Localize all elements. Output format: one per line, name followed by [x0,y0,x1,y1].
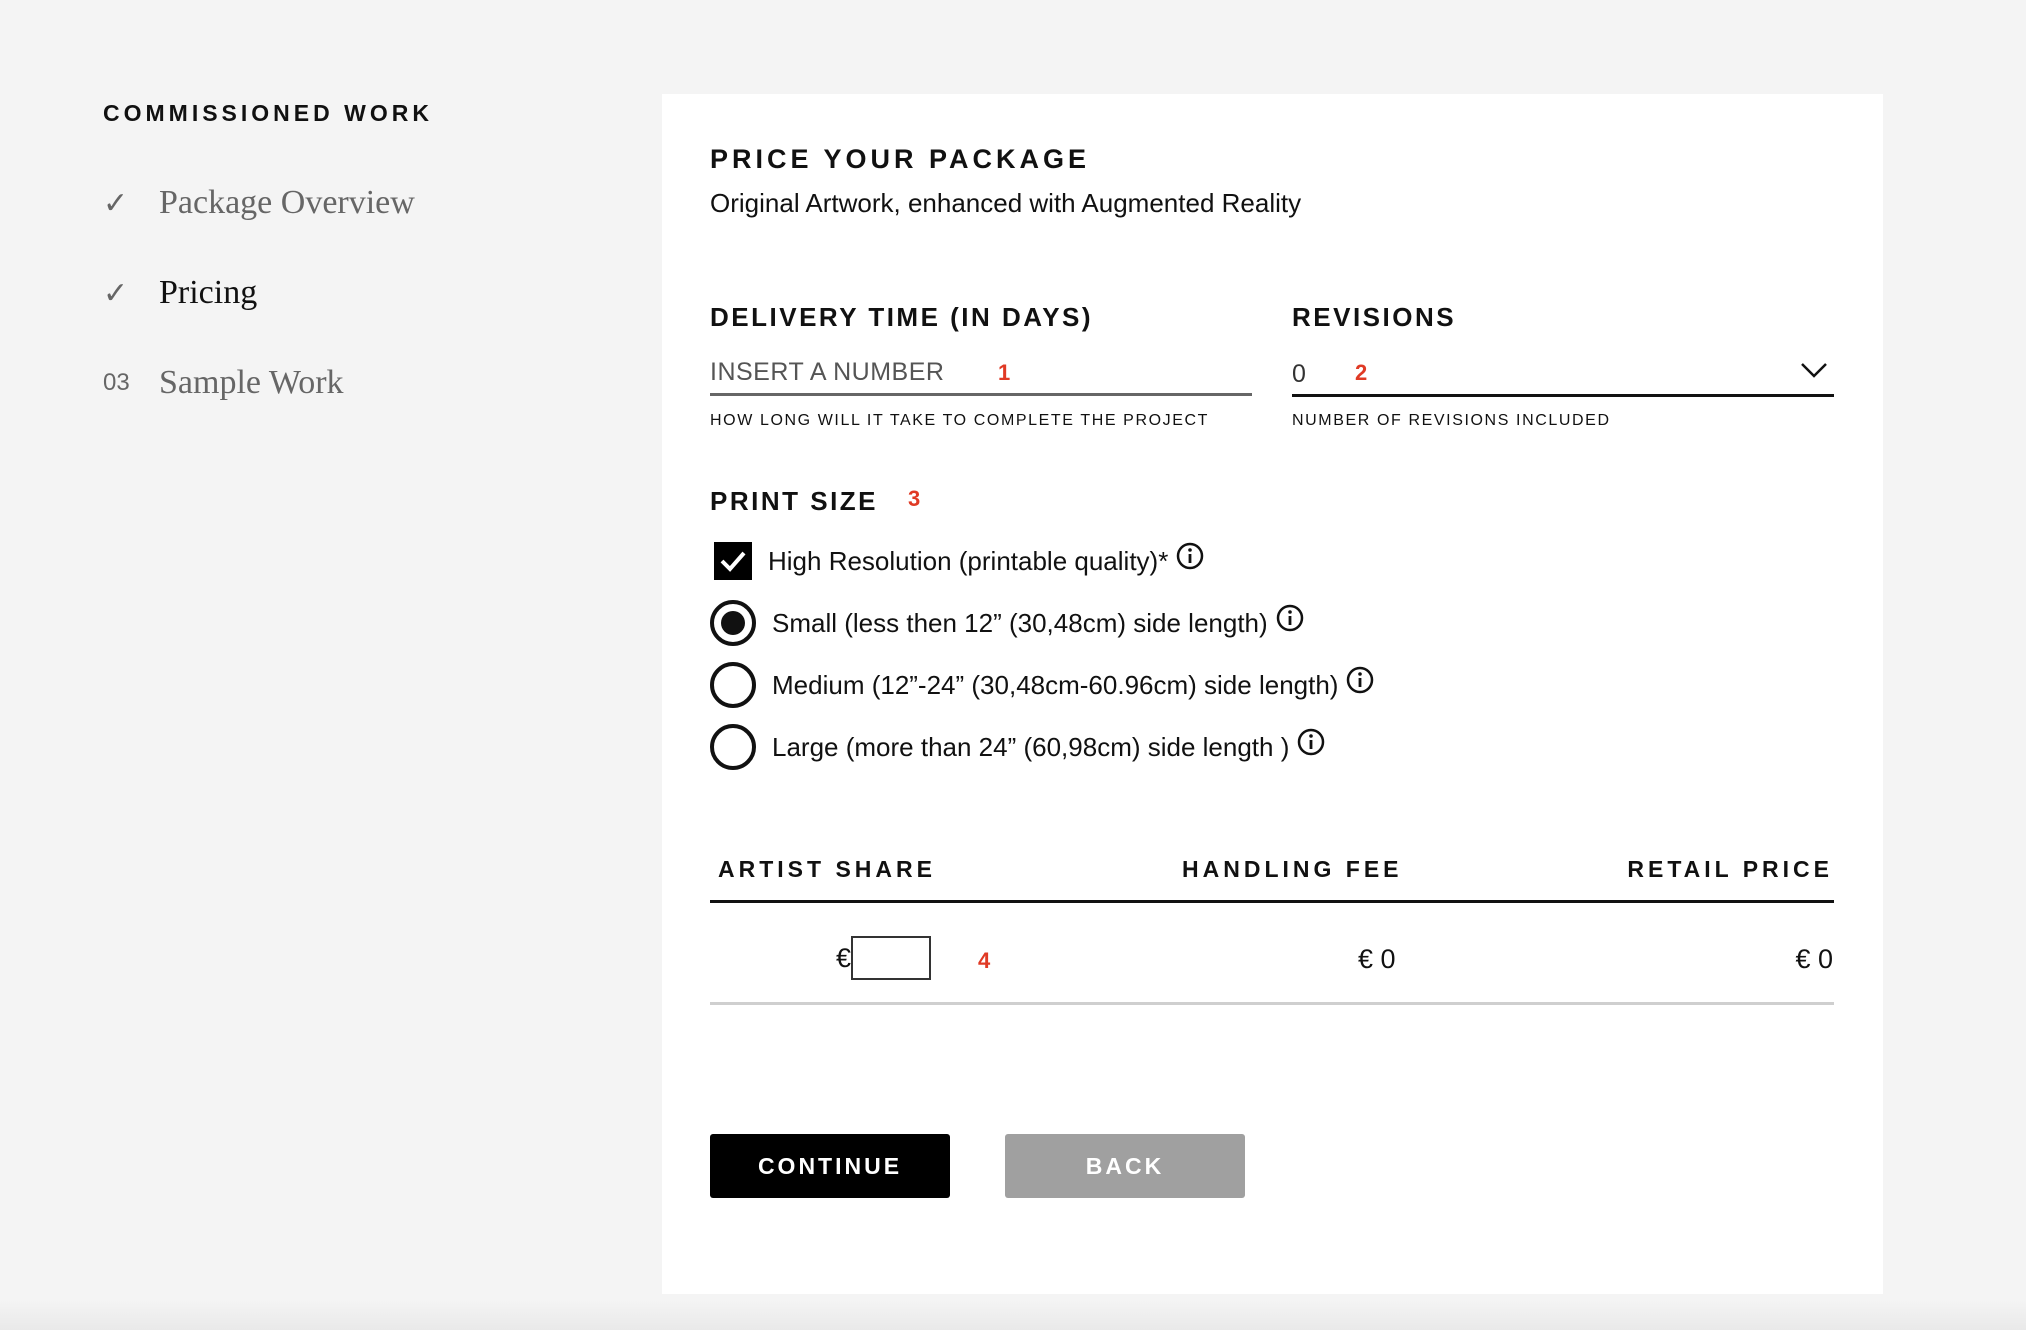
sidebar: COMMISSIONED WORK ✓ Package Overview ✓ P… [103,100,563,401]
table-row-divider [710,1002,1834,1005]
handling-fee-value: € 0 [1358,944,1396,974]
step-number: 03 [103,369,130,396]
revisions-value: 0 [1292,360,1306,388]
step-sample-work[interactable]: 03 Sample Work [103,364,344,402]
sidebar-title: COMMISSIONED WORK [103,100,433,126]
table-header-divider [710,900,1834,903]
annotation-2: 2 [1355,360,1368,385]
size-large-label: Large (more than 24” (60,98cm) side leng… [772,731,1290,762]
size-option-medium[interactable]: Medium (12”-24” (30,48cm-60.96cm) side l… [710,662,1374,708]
step-package-overview[interactable]: ✓ Package Overview [103,184,415,222]
check-icon [720,551,746,572]
chevron-down-icon [1801,363,1827,378]
annotation-3: 3 [908,486,921,511]
delivery-time-label: DELIVERY TIME (IN DAYS) [710,302,1094,332]
revisions-help: NUMBER OF REVISIONS INCLUDED [1292,412,1611,429]
high-resolution-checkbox[interactable] [714,542,752,580]
revisions-label: REVISIONS [1292,302,1457,332]
step-label: Package Overview [159,184,415,221]
size-medium-label: Medium (12”-24” (30,48cm-60.96cm) side l… [772,669,1339,700]
size-option-large[interactable]: Large (more than 24” (60,98cm) side leng… [710,724,1325,770]
info-icon[interactable] [1346,666,1374,694]
step-label: Pricing [159,274,258,311]
bottom-shadow [0,1300,2026,1330]
pricing-card: PRICE YOUR PACKAGE Original Artwork, enh… [662,94,1883,1294]
check-icon: ✓ [103,186,129,220]
info-icon[interactable] [1176,542,1204,570]
artist-share-input[interactable] [851,936,932,980]
page-subtitle: Original Artwork, enhanced with Augmente… [710,188,1302,218]
annotation-4: 4 [978,948,991,973]
revisions-select[interactable]: 0 [1292,352,1834,397]
size-option-small[interactable]: Small (less then 12” (30,48cm) side leng… [710,600,1304,646]
artist-share-cell: € [836,936,932,980]
currency-symbol: € [836,942,852,973]
retail-price-value: € 0 [1795,944,1833,974]
size-large-radio[interactable] [710,724,756,770]
retail-price-header: RETAIL PRICE [1627,856,1833,882]
page-title: PRICE YOUR PACKAGE [710,144,1091,174]
delivery-time-input[interactable] [710,352,1252,396]
annotation-1: 1 [998,360,1011,385]
high-resolution-label: High Resolution (printable quality)* [768,545,1169,576]
step-pricing[interactable]: ✓ Pricing [103,274,257,312]
size-small-label: Small (less then 12” (30,48cm) side leng… [772,607,1268,638]
size-small-radio[interactable] [710,600,756,646]
continue-button[interactable]: CONTINUE [710,1134,950,1198]
radio-selected-dot [721,611,745,635]
check-icon: ✓ [103,276,129,310]
high-resolution-option[interactable]: High Resolution (printable quality)* [714,542,1204,580]
step-label: Sample Work [159,364,344,401]
print-size-label: PRINT SIZE [710,486,879,516]
info-icon[interactable] [1276,604,1304,632]
delivery-time-help: HOW LONG WILL IT TAKE TO COMPLETE THE PR… [710,412,1210,429]
artist-share-header: ARTIST SHARE [718,856,936,882]
handling-fee-header: HANDLING FEE [1182,856,1403,882]
size-medium-radio[interactable] [710,662,756,708]
info-icon[interactable] [1297,728,1325,756]
back-button[interactable]: BACK [1005,1134,1245,1198]
